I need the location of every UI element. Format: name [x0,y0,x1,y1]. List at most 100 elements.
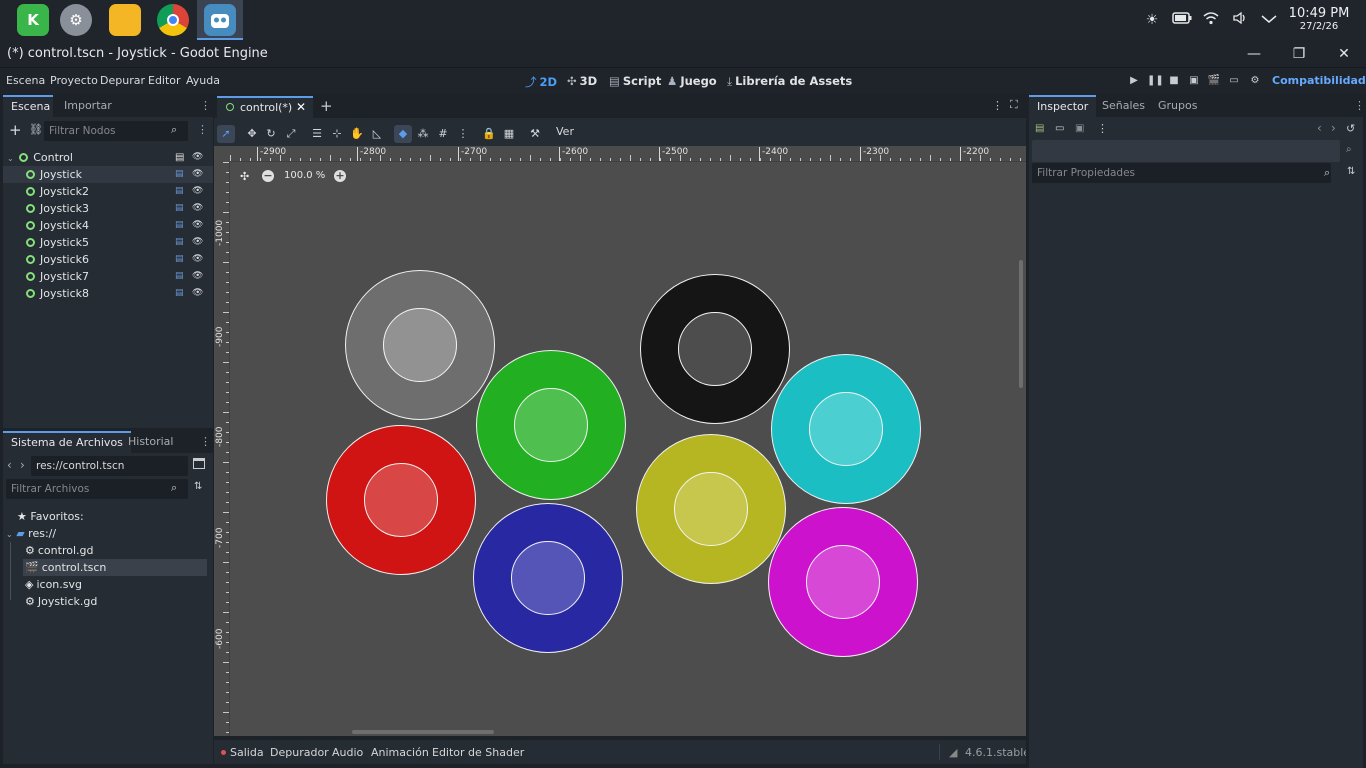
tab-historial[interactable]: Historial [120,431,181,453]
scene-menu-icon[interactable]: ⋮ [992,99,1003,112]
tab-importar[interactable]: Importar [56,95,120,117]
joystick-knob[interactable] [806,545,880,619]
link-icon[interactable]: ⛓ [29,123,43,136]
joystick-knob[interactable] [364,463,438,537]
horizontal-scrollbar[interactable] [352,730,494,734]
open-folder-icon[interactable]: ▭ [1055,123,1064,134]
remote-debug-icon[interactable]: ▣ [1187,74,1201,88]
save-icon[interactable]: ▣ [1075,123,1084,134]
pause-icon[interactable]: ❚❚ [1147,74,1164,88]
play-custom-scene-icon[interactable]: ▭ [1227,74,1241,88]
sort-icon[interactable]: ⇅ [194,481,202,492]
version-label[interactable]: 4.6.1.stable [965,746,1030,759]
joystick-knob[interactable] [674,472,748,546]
inspector-menu-icon[interactable]: ⋮ [1097,122,1108,135]
menu-ayuda[interactable]: Ayuda [186,74,220,87]
workspace-game-button[interactable]: ♟ Juego [667,74,717,88]
scale-mode-icon[interactable]: ⤢ [282,125,300,143]
split-view-icon[interactable] [193,458,205,469]
tree-row-joystick[interactable]: Joystick8 ▤ 👁 [3,285,213,302]
file-row[interactable]: ⚙ Joystick.gd [23,593,207,610]
tab-depurador[interactable]: Depurador [270,746,329,759]
chevron-down-icon[interactable]: ⌄ [6,530,13,539]
tab-inspector[interactable]: Inspector [1029,95,1097,117]
tree-row-joystick[interactable]: Joystick ▤ 👁 [3,166,213,183]
wifi-icon[interactable] [1202,11,1220,29]
tab-senales[interactable]: Señales [1094,95,1153,117]
clock[interactable]: 10:49 PM 27/2/26 [1281,7,1357,33]
tab-grupos[interactable]: Grupos [1150,95,1205,117]
joystick-base[interactable] [640,274,790,424]
tab-salida[interactable]: Salida [230,746,264,759]
tree-row-joystick[interactable]: Joystick2 ▤ 👁 [3,183,213,200]
tree-row-joystick[interactable]: Joystick6 ▤ 👁 [3,251,213,268]
close-window-button[interactable]: ✕ [1334,45,1354,63]
filter-properties-input[interactable]: Filtrar Propiedades [1032,163,1331,183]
zoom-level[interactable]: 100.0 % [284,170,325,181]
property-sort-icon[interactable]: ⇅ [1347,166,1355,177]
joystick-base[interactable] [768,507,918,657]
script-icon[interactable]: ▤ [175,149,184,166]
update-spinner-icon[interactable]: ◢ [949,746,957,759]
script-icon[interactable]: ▤ [175,166,184,183]
file-row[interactable]: ◈ icon.svg [23,576,207,593]
tab-escena[interactable]: Escena [3,95,53,117]
select-mode-icon[interactable]: ➚ [217,125,235,143]
snap-grid-icon[interactable]: ⁂ [414,125,432,143]
visibility-eye-icon[interactable]: 👁 [192,166,203,183]
doc-search-icon[interactable]: ⌕ [1346,144,1352,155]
tab-shader-editor[interactable]: Editor de Shader [432,746,524,759]
play-scene-icon[interactable]: 🎬 [1207,74,1221,88]
back-icon[interactable]: ‹ [7,458,12,472]
workspace-script-button[interactable]: ▤ Script [609,74,661,88]
script-icon[interactable]: ▤ [175,251,184,268]
snap-options-icon[interactable]: ⋮ [454,125,472,143]
close-tab-icon[interactable]: ✕ [296,100,306,114]
add-scene-tab-icon[interactable]: + [320,97,333,115]
chrome-app-icon[interactable] [157,4,189,36]
kde-icon[interactable]: K [17,4,49,36]
workspace-2d-button[interactable]: ⤴ 2D [525,74,557,90]
joystick-knob[interactable] [514,388,588,462]
joystick-base[interactable] [345,270,495,420]
script-icon[interactable]: ▤ [175,183,184,200]
joystick-knob[interactable] [511,541,585,615]
lock-icon[interactable]: 🔒 [480,125,498,143]
history-forward-icon[interactable]: › [1331,121,1336,135]
vertical-scrollbar[interactable] [1019,260,1023,388]
stop-icon[interactable]: ■ [1167,74,1181,88]
visibility-eye-icon[interactable]: 👁 [192,285,203,302]
bones-icon[interactable]: ⚒ [526,125,544,143]
tree-row-control[interactable]: ⌄ Control ▤ 👁 [3,149,213,166]
joystick-base[interactable] [771,354,921,504]
dock-menu-icon[interactable]: ⋮ [1354,99,1365,112]
files-app-icon[interactable] [109,4,141,36]
smart-snap-icon[interactable]: ◆ [394,125,412,143]
visibility-eye-icon[interactable]: 👁 [192,200,203,217]
zoom-in-icon[interactable]: + [334,170,346,182]
move-mode-icon[interactable]: ✥ [243,125,261,143]
visibility-eye-icon[interactable]: 👁 [192,149,203,166]
script-icon[interactable]: ▤ [175,234,184,251]
res-root-row[interactable]: ⌄ ▰ res:// [3,525,213,542]
add-node-icon[interactable]: + [9,121,22,139]
grid-icon[interactable]: # [434,125,452,143]
script-icon[interactable]: ▤ [175,285,184,302]
battery-icon[interactable] [1172,11,1192,29]
dock-menu-icon[interactable]: ⋮ [200,435,211,448]
visibility-eye-icon[interactable]: 👁 [192,183,203,200]
tab-audio[interactable]: Audio [332,746,363,759]
script-icon[interactable]: ▤ [175,217,184,234]
script-icon[interactable]: ▤ [175,268,184,285]
menu-depurar[interactable]: Depurar [100,74,145,87]
script-icon[interactable]: ▤ [175,200,184,217]
pan-mode-icon[interactable]: ✋ [348,125,366,143]
tab-animacion[interactable]: Animación [371,746,429,759]
horizontal-ruler[interactable]: -2900 -2800 -2700 -2600 -2500 -2400 -2300 -2200 [230,146,1026,162]
tree-row-joystick[interactable]: Joystick7 ▤ 👁 [3,268,213,285]
joystick-base[interactable] [326,425,476,575]
visibility-eye-icon[interactable]: 👁 [192,234,203,251]
tree-row-joystick[interactable]: Joystick5 ▤ 👁 [3,234,213,251]
visibility-eye-icon[interactable]: 👁 [192,217,203,234]
file-row[interactable]: 🎬 control.tscn [23,559,207,576]
